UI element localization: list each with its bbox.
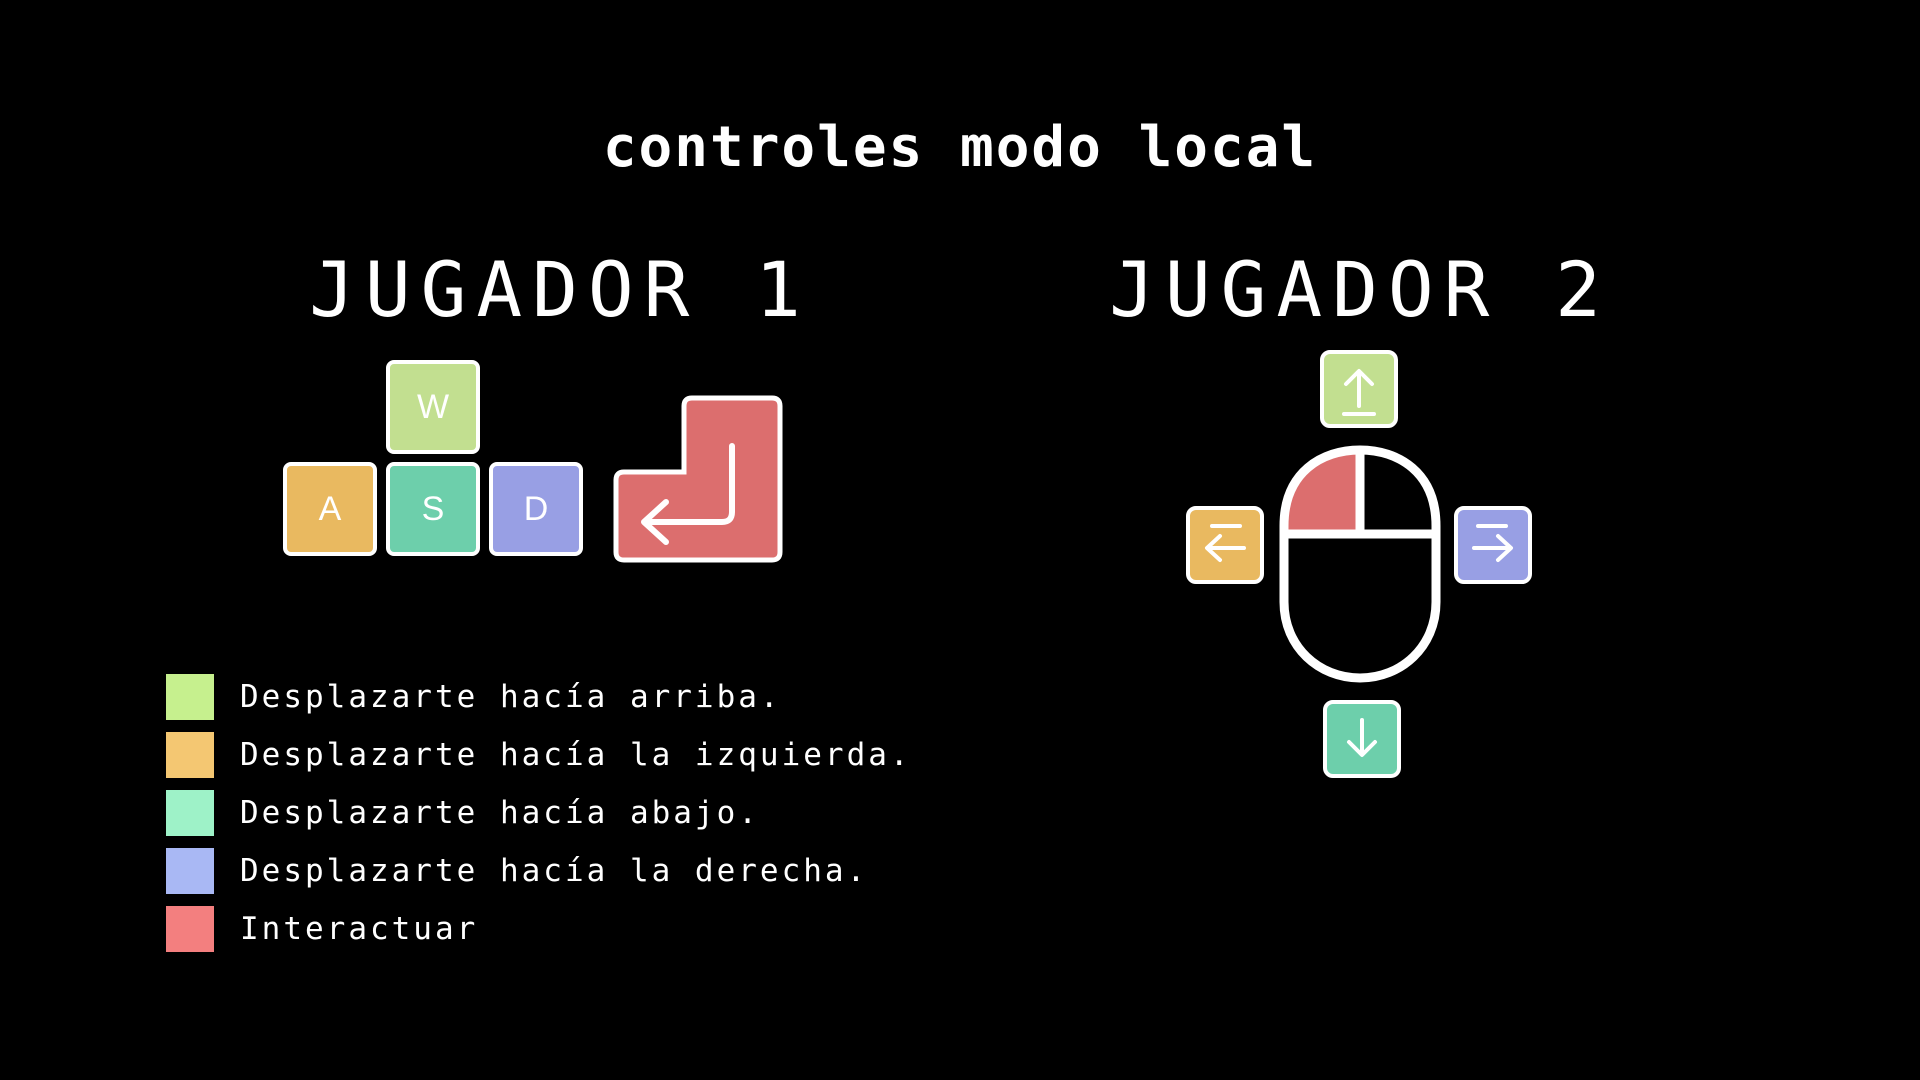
legend-text-down: Desplazarte hacía abajo. [240,795,760,831]
key-w-label: W [416,387,450,426]
legend-swatch-left [166,732,214,778]
legend-swatch-down [166,790,214,836]
arrow-down-icon [1347,718,1377,757]
key-s-label: S [421,489,445,528]
key-w: W [386,360,480,454]
key-d-label: D [523,489,549,528]
enter-key-icon [613,395,783,563]
screen-title: Controles Modo local [602,115,1318,180]
player2-title: JUGADOR 2 [1109,245,1611,334]
legend-text-up: Desplazarte hacía arriba. [240,679,782,715]
arrow-left-key [1186,506,1264,584]
arrow-right-icon [1472,524,1513,562]
arrow-up-key [1320,350,1398,428]
arrow-up-icon [1342,369,1376,416]
arrow-left-icon [1205,524,1246,562]
player1-title: JUGADOR 1 [309,245,811,334]
legend-swatch-right [166,848,214,894]
enter-key-shape [613,395,783,563]
legend-swatch-up [166,674,214,720]
legend-text-left: Desplazarte hacía la izquierda. [240,737,912,773]
key-s: S [386,462,480,556]
key-d: D [489,462,583,556]
legend-text-right: Desplazarte hacía la derecha. [240,853,869,889]
legend-text-interact: Interactuar [240,911,479,947]
arrow-down-key [1323,700,1401,778]
mouse-icon [1279,445,1441,683]
key-a-label: A [318,489,342,528]
arrow-right-key [1454,506,1532,584]
legend-swatch-interact [166,906,214,952]
key-a: A [283,462,377,556]
